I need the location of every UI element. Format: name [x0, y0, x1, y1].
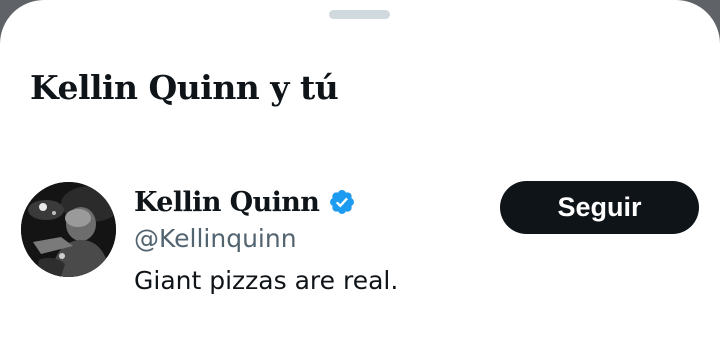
bottom-sheet: Kellin Quinn y tú Kellin Quinn @Kellinqu…	[0, 0, 720, 340]
avatar[interactable]	[21, 182, 116, 277]
user-handle: @Kellinquinn	[134, 224, 297, 253]
sheet-title: Kellin Quinn y tú	[30, 68, 339, 107]
verified-badge-icon	[328, 188, 356, 216]
follow-button[interactable]: Seguir	[500, 181, 699, 234]
user-cell[interactable]: Kellin Quinn @Kellinquinn Giant pizzas a…	[0, 180, 720, 300]
sheet-drag-handle[interactable]	[329, 10, 390, 19]
user-bio: Giant pizzas are real.	[134, 266, 399, 295]
name-line: Kellin Quinn	[134, 182, 356, 222]
display-name: Kellin Quinn	[134, 186, 320, 218]
